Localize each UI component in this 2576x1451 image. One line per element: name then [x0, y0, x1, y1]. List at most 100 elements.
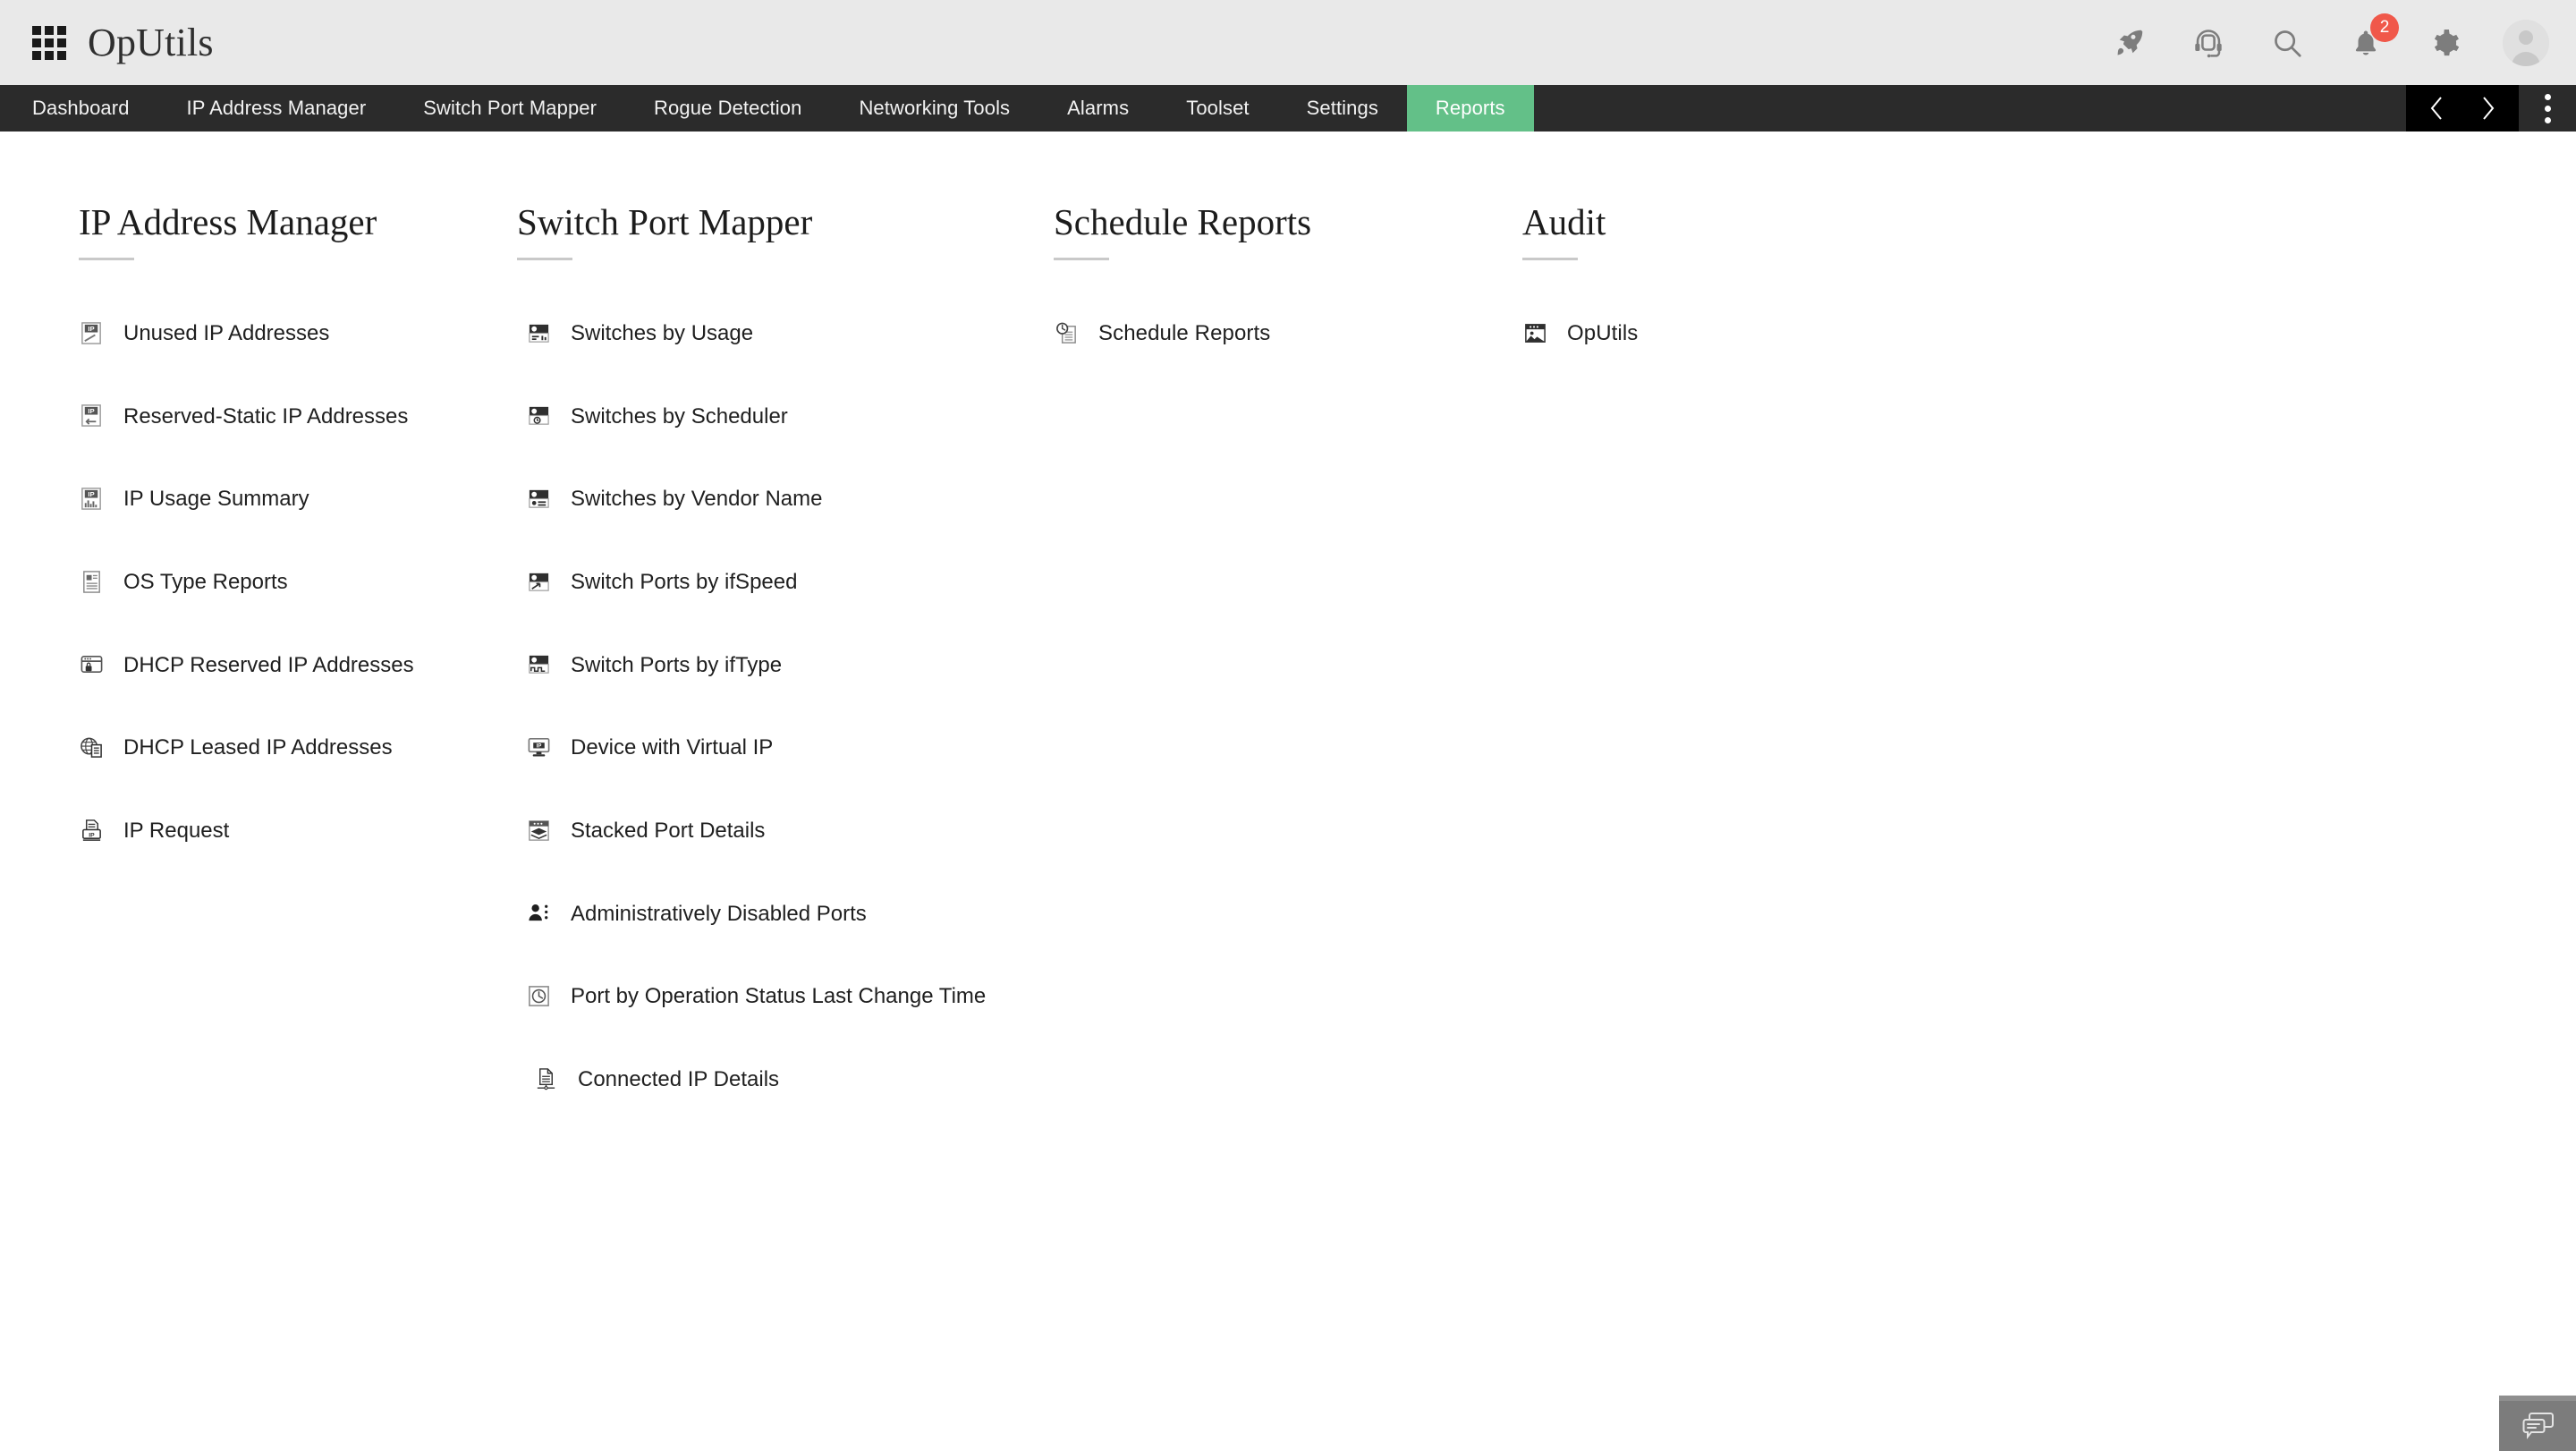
nav-item-networking-tools[interactable]: Networking Tools [830, 85, 1038, 132]
printer-ip-icon: IP [79, 818, 104, 843]
switch-clock-icon [526, 403, 551, 429]
grid-apps-icon[interactable] [32, 25, 68, 61]
switch-waveform-icon [526, 652, 551, 677]
headset-icon[interactable] [2188, 22, 2229, 64]
report-link-reserved-static-ip-addresses[interactable]: IP Reserved-Static IP Addresses [79, 403, 501, 431]
report-link-os-type-reports[interactable]: OS Type Reports [79, 568, 501, 597]
clock-report-icon [1054, 320, 1079, 345]
column-ip-address-manager: IP Address Manager IP Unused IP Addresse… [0, 202, 501, 900]
svg-text:IP: IP [536, 743, 541, 749]
switch-speed-icon [526, 569, 551, 594]
report-link-connected-ip-details[interactable]: Connected IP Details [533, 1065, 1002, 1094]
report-link-device-with-virtual-ip[interactable]: IP Device with Virtual IP [526, 734, 1002, 762]
report-link-switch-ports-by-iftype[interactable]: Switch Ports by ifType [526, 651, 1002, 680]
svg-text:IP: IP [88, 325, 94, 333]
report-label: OpUtils [1567, 321, 1639, 346]
stacked-ports-icon [526, 818, 551, 843]
nav-item-toolset[interactable]: Toolset [1157, 85, 1277, 132]
user-disabled-icon [526, 901, 551, 926]
report-link-stacked-port-details[interactable]: Stacked Port Details [526, 817, 1002, 845]
column-title: Audit [1522, 201, 1606, 242]
column-title: Switch Port Mapper [517, 201, 813, 242]
report-label: OS Type Reports [123, 570, 288, 595]
report-link-switch-ports-by-ifspeed[interactable]: Switch Ports by ifSpeed [526, 568, 1002, 597]
nav-next-icon[interactable] [2472, 93, 2503, 123]
nav-pager [2406, 85, 2519, 132]
switch-usage-icon [526, 320, 551, 345]
report-label: Switch Ports by ifType [571, 652, 783, 677]
nav-item-alarms[interactable]: Alarms [1038, 85, 1157, 132]
clock-square-icon [526, 983, 551, 1008]
report-link-administratively-disabled-ports[interactable]: Administratively Disabled Ports [526, 900, 1002, 929]
app-title: OpUtils [88, 20, 214, 64]
user-avatar-icon[interactable] [2503, 19, 2549, 66]
column-schedule-reports: Schedule Reports Schedule Reports [1002, 201, 1503, 403]
ip-document-slash-icon: IP [79, 320, 104, 345]
column-rule [1522, 258, 1578, 261]
bell-icon[interactable]: 2 [2345, 13, 2399, 64]
column-rule [79, 258, 134, 261]
report-label: Switches by Vendor Name [571, 487, 823, 512]
column-rule [1054, 258, 1109, 261]
report-label: Switches by Usage [571, 321, 754, 346]
report-label: IP Request [123, 819, 230, 844]
report-link-oputils-audit[interactable]: OpUtils [1522, 319, 2004, 348]
nav-item-settings[interactable]: Settings [1278, 85, 1407, 132]
report-link-schedule-reports[interactable]: Schedule Reports [1054, 319, 1503, 348]
app-header: OpUtils 2 [0, 0, 2576, 85]
report-link-port-by-operation-status-last-change-time[interactable]: Port by Operation Status Last Change Tim… [526, 982, 1002, 1011]
report-link-unused-ip-addresses[interactable]: IP Unused IP Addresses [79, 319, 501, 348]
report-label: Reserved-Static IP Addresses [123, 403, 409, 429]
nav-item-dashboard[interactable]: Dashboard [0, 85, 158, 132]
search-icon[interactable] [2267, 22, 2308, 64]
notification-badge: 2 [2370, 13, 2399, 42]
report-link-dhcp-reserved-ip-addresses[interactable]: DHCP Reserved IP Addresses [79, 651, 501, 680]
report-label: DHCP Leased IP Addresses [123, 735, 393, 760]
report-link-dhcp-leased-ip-addresses[interactable]: DHCP Leased IP Addresses [79, 734, 501, 762]
report-link-switches-by-scheduler[interactable]: Switches by Scheduler [526, 403, 1002, 431]
gear-icon[interactable] [2424, 22, 2465, 64]
column-list: IP Unused IP Addresses IP Reserved-Stati… [79, 319, 501, 845]
nav-item-reports[interactable]: Reports [1406, 85, 1534, 132]
report-label: DHCP Reserved IP Addresses [123, 652, 414, 677]
nav-item-ip-address-manager[interactable]: IP Address Manager [158, 85, 395, 132]
report-label: Switches by Scheduler [571, 403, 788, 429]
report-label: Administratively Disabled Ports [571, 901, 867, 926]
report-link-switches-by-usage[interactable]: Switches by Usage [526, 319, 1002, 348]
reports-main: IP Address Manager IP Unused IP Addresse… [0, 132, 2576, 1149]
svg-text:IP: IP [88, 407, 94, 415]
document-list-icon [79, 569, 104, 594]
report-link-ip-request[interactable]: IP IP Request [79, 817, 501, 845]
column-audit: Audit OpUtils [1503, 201, 2004, 403]
report-link-switches-by-vendor-name[interactable]: Switches by Vendor Name [526, 485, 1002, 513]
column-list: Schedule Reports [1054, 319, 1503, 348]
rocket-icon[interactable] [2109, 22, 2150, 64]
column-title: Schedule Reports [1054, 201, 1312, 242]
oputils-window-icon [1522, 320, 1547, 345]
globe-document-icon [79, 734, 104, 759]
page-root: OpUtils 2 Dashboard IP Address Manager S… [0, 0, 2576, 1451]
report-label: Connected IP Details [578, 1067, 780, 1092]
ip-document-chart-icon: IP [79, 486, 104, 511]
report-label: Schedule Reports [1098, 321, 1271, 346]
report-link-ip-usage-summary[interactable]: IP IP Usage Summary [79, 485, 501, 513]
switch-vendor-icon [526, 486, 551, 511]
report-label: IP Usage Summary [123, 487, 309, 512]
nav-prev-icon[interactable] [2422, 93, 2453, 123]
svg-text:IP: IP [88, 490, 94, 498]
monitor-ip-icon: IP [526, 734, 551, 759]
nav-overflow-menu-icon[interactable] [2519, 85, 2576, 132]
nav-item-rogue-detection[interactable]: Rogue Detection [625, 85, 830, 132]
svg-text:IP: IP [89, 832, 95, 838]
report-label: Stacked Port Details [571, 819, 766, 844]
ip-document-arrow-icon: IP [79, 403, 104, 429]
column-list: Switches by Usage Switches by Scheduler [517, 319, 1002, 1094]
nav-item-switch-port-mapper[interactable]: Switch Port Mapper [394, 85, 625, 132]
column-list: OpUtils [1522, 319, 2004, 348]
column-rule [517, 258, 572, 261]
window-lock-icon [79, 652, 104, 677]
chat-support-widget[interactable] [2499, 1396, 2576, 1451]
report-label: Port by Operation Status Last Change Tim… [571, 984, 987, 1009]
nav-items: Dashboard IP Address Manager Switch Port… [0, 85, 1534, 132]
column-switch-port-mapper: Switch Port Mapper Switches by Usage Swi… [501, 201, 1002, 1149]
